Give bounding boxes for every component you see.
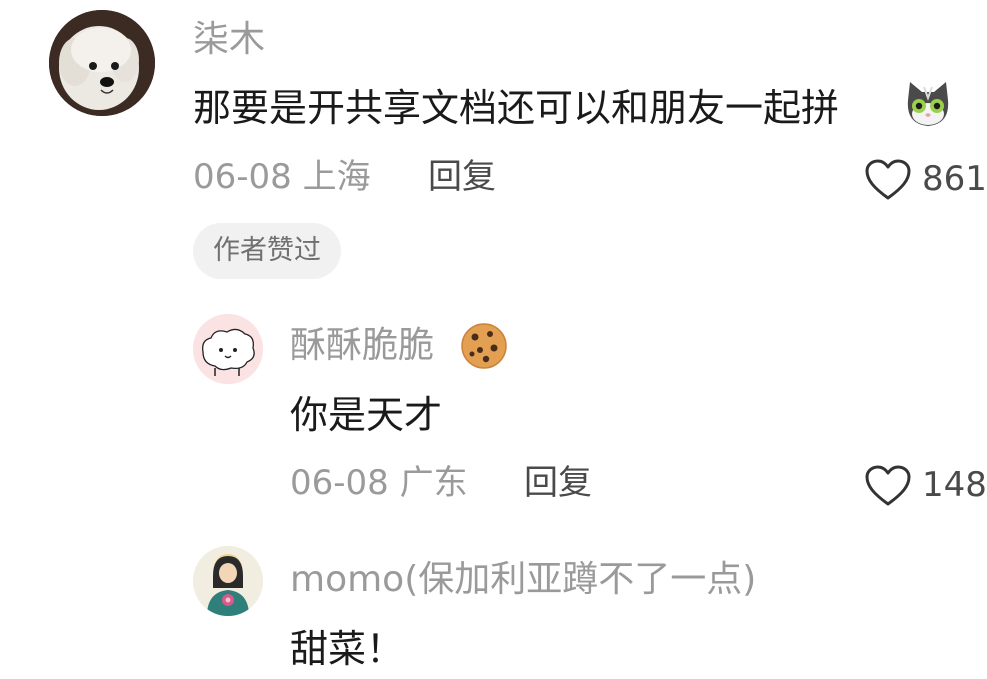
reply-username[interactable]: 酥酥脆脆 — [290, 328, 434, 364]
like-button[interactable]: 861 — [864, 158, 987, 202]
avatar[interactable] — [193, 314, 263, 384]
reply-date-location: 06-08 广东 — [290, 463, 468, 503]
heart-outline-icon — [865, 159, 911, 200]
reply-username[interactable]: momo(保加利亚蹲不了一点) — [290, 562, 756, 598]
heart-outline-icon — [865, 465, 911, 506]
reply-text: 甜菜！ — [290, 627, 405, 671]
like-button[interactable]: 148 — [864, 464, 987, 508]
comment-username[interactable]: 柒木 — [193, 22, 265, 58]
author-liked-badge: 作者赞过 — [193, 223, 341, 279]
reply-item: momo(保加利亚蹲不了一点) 甜菜！ — [0, 530, 987, 679]
like-count: 148 — [922, 465, 987, 505]
like-count: 861 — [922, 159, 987, 199]
reply-text: 你是天才 — [290, 393, 443, 437]
avatar[interactable] — [193, 546, 263, 616]
girl-avatar-image — [193, 546, 263, 616]
comment-item: 柒木 那要是开共享文档还可以和朋友一起拼 06-08 上海 回复 861 作者赞… — [0, 0, 987, 290]
sheep-avatar-image — [193, 314, 263, 384]
dog-avatar-image — [49, 10, 155, 116]
avatar[interactable] — [49, 10, 155, 116]
reply-item: 酥酥脆脆 你是天才 06-08 广东 回复 148 — [0, 300, 987, 530]
reply-button[interactable]: 回复 — [524, 466, 592, 500]
comment-text: 那要是开共享文档还可以和朋友一起拼 — [193, 86, 840, 130]
cookie-emoji — [460, 322, 508, 370]
cat-emoji — [902, 78, 954, 130]
reply-button[interactable]: 回复 — [428, 160, 496, 194]
comment-date-location: 06-08 上海 — [193, 157, 371, 197]
